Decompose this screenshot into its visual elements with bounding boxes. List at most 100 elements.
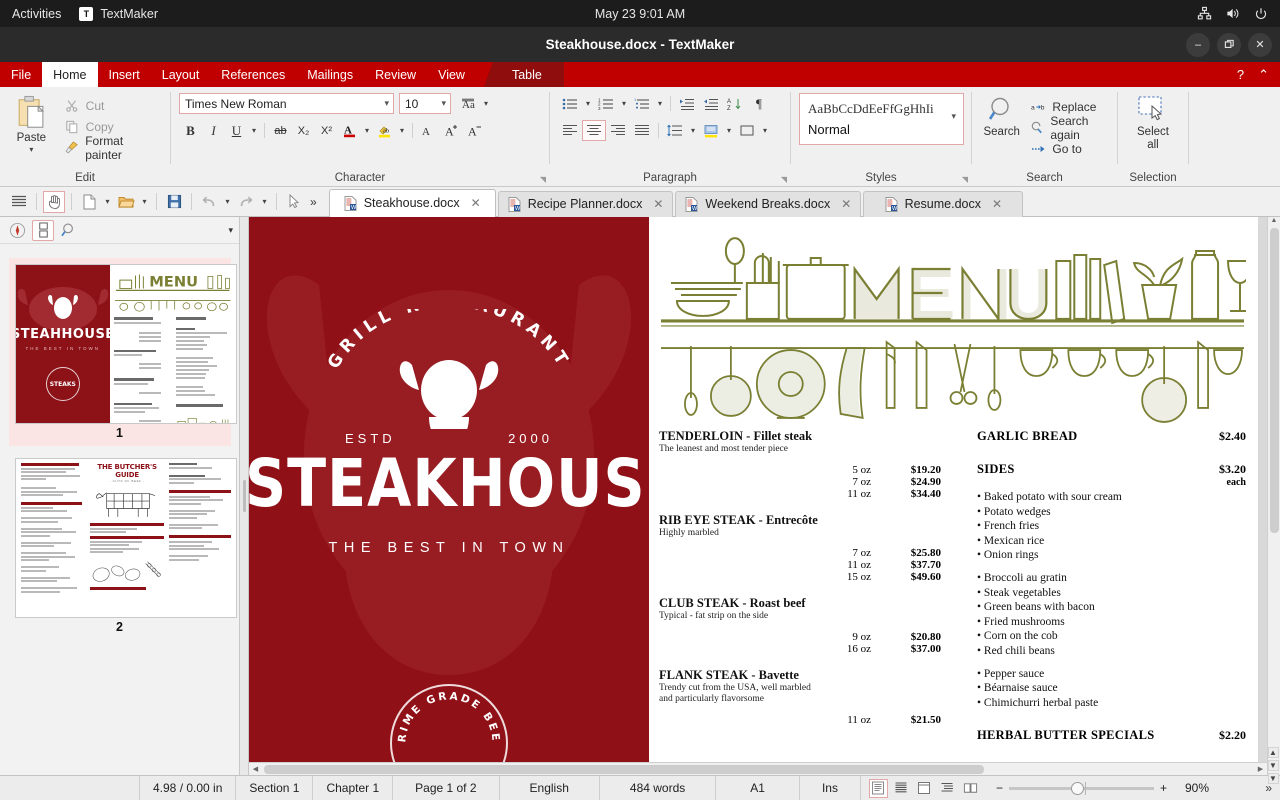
page-canvas[interactable]: GRILL RESTAURANT xyxy=(249,217,1267,762)
clock[interactable]: May 23 9:01 AM xyxy=(0,7,1280,21)
page-nav-buttons[interactable]: ▲ ▼ ▼ xyxy=(1267,747,1279,784)
zoom-level-label[interactable]: 90% xyxy=(1175,776,1219,800)
search-again-button[interactable]: Search again xyxy=(1027,117,1111,138)
format-painter-button[interactable]: Format painter xyxy=(61,137,164,158)
book-view-button[interactable] xyxy=(961,779,980,798)
ribbon-tab-review[interactable]: Review xyxy=(364,62,427,87)
cut-button[interactable]: Cut xyxy=(61,95,164,116)
subscript-button[interactable]: X₂ xyxy=(292,120,315,141)
status-insert-mode[interactable]: Ins xyxy=(800,776,861,800)
zoom-handle[interactable] xyxy=(1071,782,1084,795)
bullets-button[interactable] xyxy=(558,93,582,114)
sidebar-menu-caret[interactable]: ▾ xyxy=(228,225,233,236)
bold-button[interactable]: B xyxy=(179,120,202,141)
page-view-button[interactable] xyxy=(915,779,934,798)
search-button[interactable]: Search xyxy=(978,93,1025,138)
justify-button[interactable] xyxy=(630,120,654,141)
new-document-caret[interactable]: ▾ xyxy=(102,197,113,206)
redo-button[interactable] xyxy=(235,191,257,213)
ribbon-tab-file[interactable]: File xyxy=(0,62,42,87)
chevron-down-icon[interactable]: ▾ xyxy=(384,98,389,109)
clear-formatting-button[interactable]: A xyxy=(417,120,440,141)
vscroll-thumb[interactable] xyxy=(1270,228,1279,533)
ribbon-tab-view[interactable]: View xyxy=(427,62,476,87)
thumbnails-icon[interactable] xyxy=(32,220,54,241)
underline-caret[interactable]: ▾ xyxy=(248,120,260,141)
open-folder-caret[interactable]: ▾ xyxy=(139,197,150,206)
hscroll-track[interactable] xyxy=(262,763,1254,776)
maximize-button[interactable] xyxy=(1217,33,1241,57)
undo-button[interactable] xyxy=(198,191,220,213)
sidebar-splitter[interactable] xyxy=(240,217,249,775)
collapse-ribbon-button[interactable]: ⌃ xyxy=(1258,67,1269,83)
app-indicator[interactable]: T TextMaker xyxy=(79,7,158,21)
paragraph-dialog-launcher[interactable]: ◥ xyxy=(781,175,787,184)
pointer-tool-button[interactable] xyxy=(283,191,305,213)
highlight-button[interactable]: ab xyxy=(373,120,396,141)
minimize-button[interactable]: – xyxy=(1186,33,1210,57)
superscript-button[interactable]: X² xyxy=(315,120,338,141)
new-document-button[interactable] xyxy=(78,191,100,213)
hand-tool-button[interactable] xyxy=(43,191,65,213)
sort-button[interactable]: AZ xyxy=(723,93,747,114)
styles-dialog-launcher[interactable]: ◥ xyxy=(962,175,968,184)
zoom-track[interactable] xyxy=(1009,787,1154,790)
help-button[interactable]: ? xyxy=(1237,67,1244,82)
open-folder-button[interactable] xyxy=(115,191,137,213)
increase-indent-button[interactable] xyxy=(675,93,699,114)
document-tab-resume[interactable]: W Resume.docx ✕ xyxy=(863,191,1023,217)
scroll-down-arrow[interactable]: ▼ xyxy=(1268,773,1279,784)
ribbon-tab-home[interactable]: Home xyxy=(42,62,97,87)
shading-button[interactable] xyxy=(699,120,723,141)
align-left-button[interactable] xyxy=(558,120,582,141)
hscroll-thumb[interactable] xyxy=(264,765,984,774)
line-spacing-caret[interactable]: ▾ xyxy=(687,120,699,141)
close-tab-icon[interactable]: ✕ xyxy=(471,196,481,210)
ribbon-tab-table[interactable]: Table xyxy=(506,62,564,87)
strikethrough-button[interactable]: ab xyxy=(269,120,292,141)
redo-caret[interactable]: ▾ xyxy=(259,197,270,206)
volume-icon[interactable] xyxy=(1225,6,1241,21)
go-to-button[interactable]: Go to xyxy=(1027,138,1111,159)
paste-button[interactable]: Paste ▾ xyxy=(6,93,57,154)
standard-view-button[interactable] xyxy=(869,779,888,798)
align-right-button[interactable] xyxy=(606,120,630,141)
change-case-button[interactable]: Aa xyxy=(457,93,480,114)
ribbon-tab-layout[interactable]: Layout xyxy=(151,62,211,87)
toolbar-overflow-button[interactable]: » xyxy=(310,195,317,209)
character-dialog-launcher[interactable]: ◥ xyxy=(540,175,546,184)
close-tab-icon[interactable]: ✕ xyxy=(841,197,851,211)
zoom-out-button[interactable]: − xyxy=(996,781,1003,795)
multilevel-caret[interactable]: ▾ xyxy=(654,93,666,114)
font-color-caret[interactable]: ▾ xyxy=(361,120,373,141)
thumbnail-page-1[interactable]: STEAHHOUSE THE BEST IN TOWN STEAKS MENU xyxy=(9,258,231,446)
horizontal-scrollbar[interactable]: ◀ ▶ xyxy=(249,762,1267,775)
multilevel-list-button[interactable]: 1 xyxy=(630,93,654,114)
continuous-view-button[interactable] xyxy=(892,779,911,798)
chevron-down-icon[interactable]: ▾ xyxy=(441,98,446,109)
ribbon-tab-insert[interactable]: Insert xyxy=(98,62,151,87)
grow-font-button[interactable]: A xyxy=(440,120,463,141)
scroll-right-arrow[interactable]: ▶ xyxy=(1254,765,1267,773)
zoom-slider[interactable]: − + xyxy=(988,781,1175,795)
numbering-caret[interactable]: ▾ xyxy=(618,93,630,114)
zoom-in-button[interactable]: + xyxy=(1160,781,1167,795)
change-case-caret[interactable]: ▾ xyxy=(480,93,492,114)
numbering-button[interactable]: 123 xyxy=(594,93,618,114)
thumbnail-page-2[interactable]: THE BUTCHER'S GUIDE - CUTS OF BEEF - xyxy=(9,452,231,640)
search-icon[interactable] xyxy=(58,220,80,241)
shrink-font-button[interactable]: A xyxy=(463,120,486,141)
close-tab-icon[interactable]: ✕ xyxy=(653,197,663,211)
next-page-button[interactable]: ▼ xyxy=(1268,760,1279,771)
save-button[interactable] xyxy=(163,191,185,213)
ribbon-tab-references[interactable]: References xyxy=(210,62,296,87)
style-gallery[interactable]: AaBbCcDdEeFfGgHhIi Normal ▾ xyxy=(799,93,964,145)
show-formatting-marks-button[interactable]: ¶ xyxy=(747,93,771,114)
document-tab-steakhouse[interactable]: W Steakhouse.docx ✕ xyxy=(329,189,496,217)
document-tab-weekend-breaks[interactable]: W Weekend Breaks.docx ✕ xyxy=(675,191,861,217)
decrease-indent-button[interactable] xyxy=(699,93,723,114)
font-size-combo[interactable]: 10 ▾ xyxy=(399,93,451,114)
undo-caret[interactable]: ▾ xyxy=(222,197,233,206)
borders-caret[interactable]: ▾ xyxy=(759,120,771,141)
chevron-down-icon[interactable]: ▾ xyxy=(951,111,956,122)
